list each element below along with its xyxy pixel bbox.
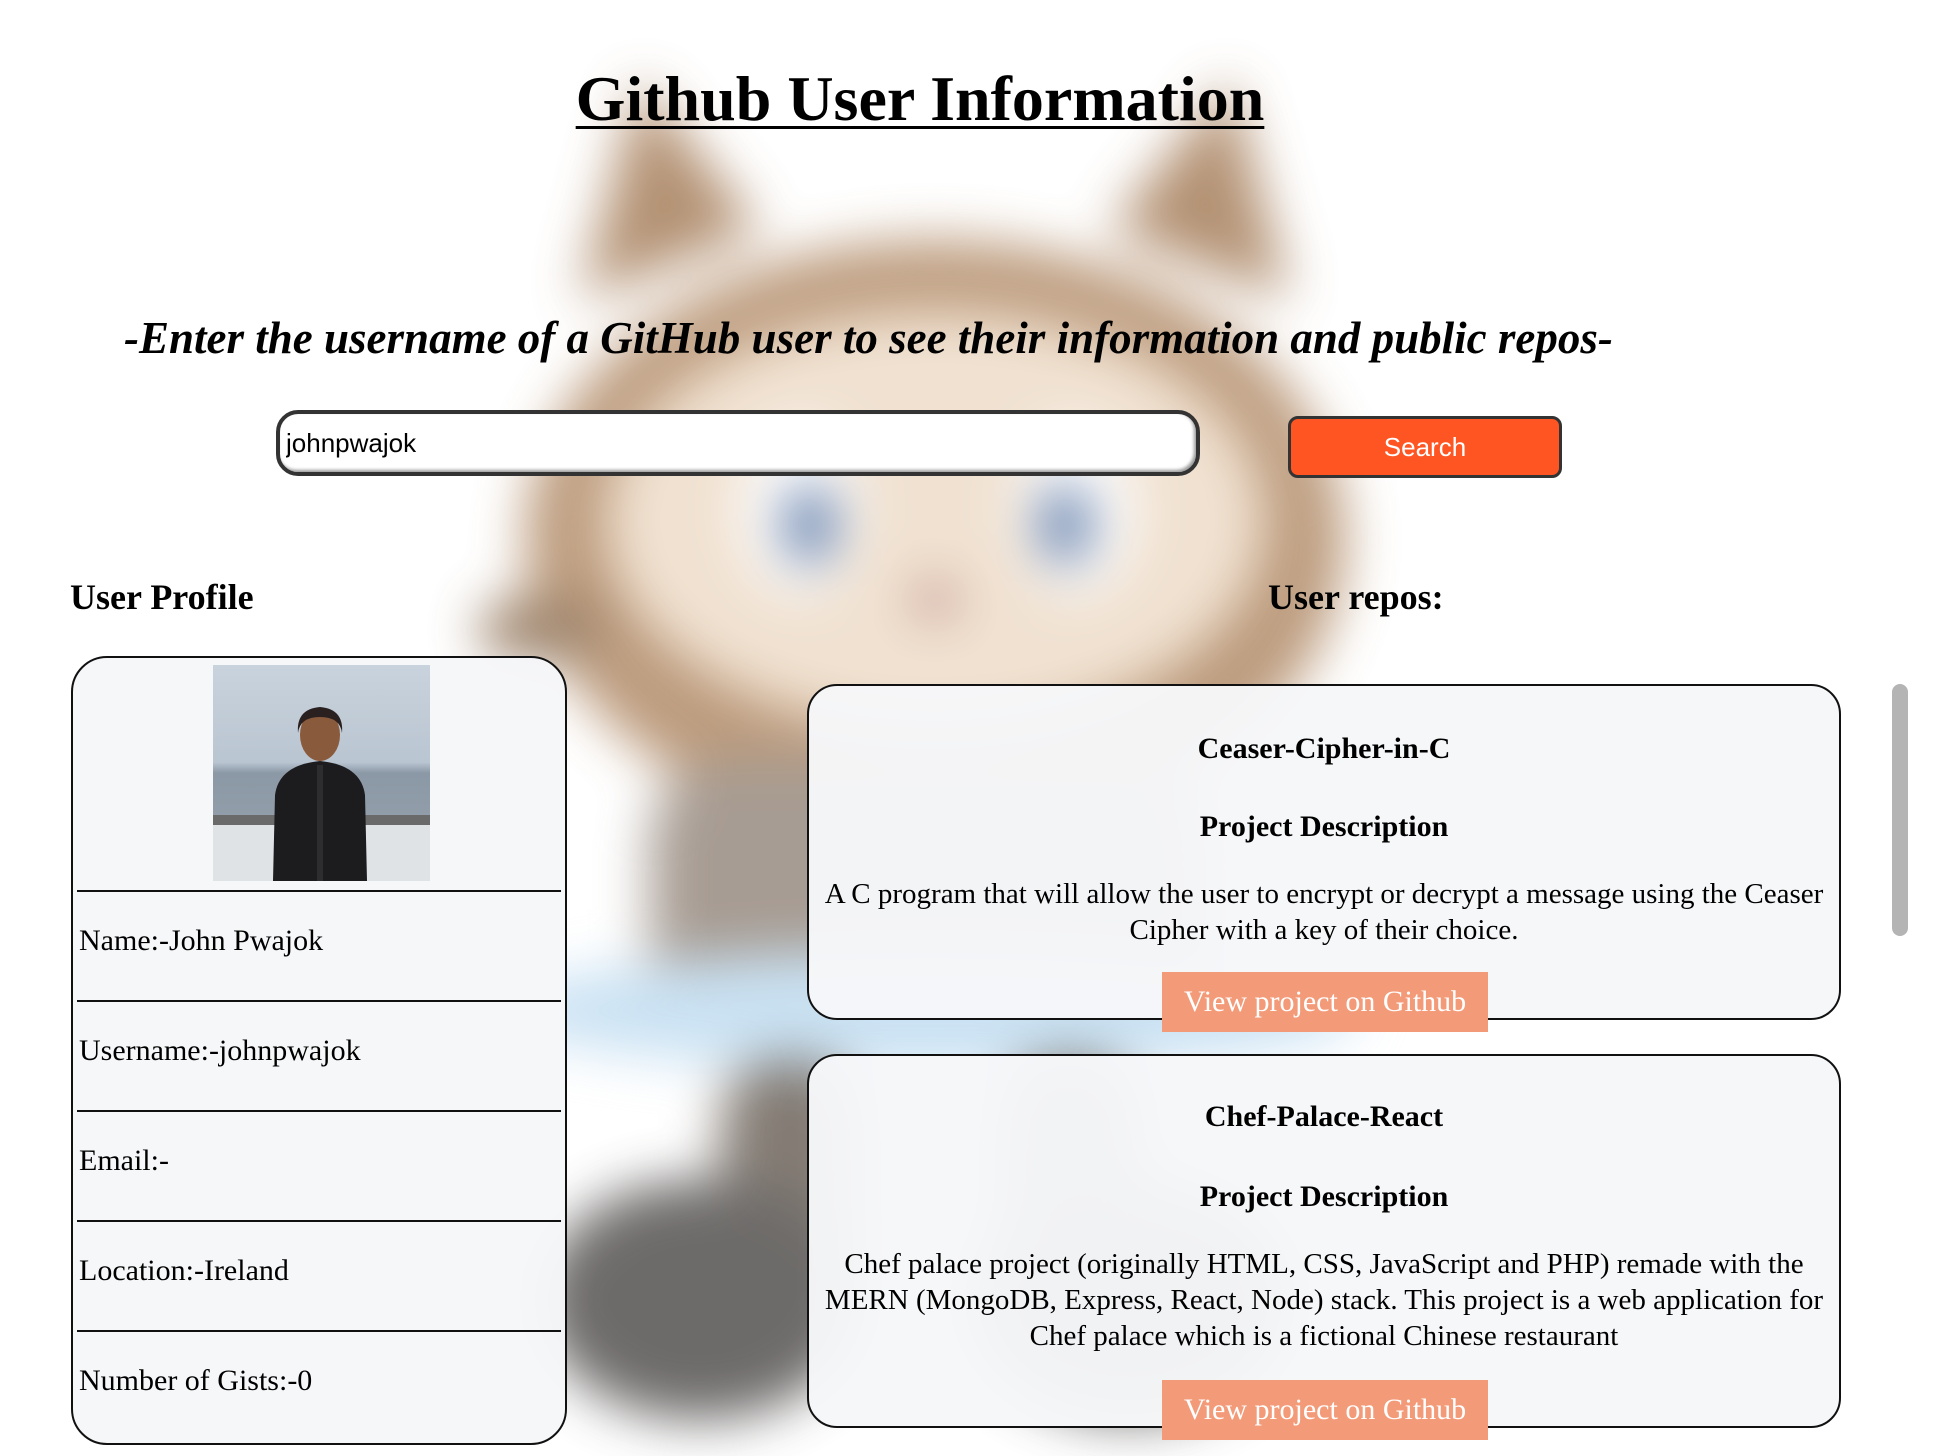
profile-location-row: Location:-Ireland xyxy=(77,1220,561,1330)
profile-email: Email:- xyxy=(79,1144,169,1177)
profile-card: Name:-John Pwajok Username:-johnpwajok E… xyxy=(71,656,567,1445)
repo-description: A C program that will allow the user to … xyxy=(824,878,1824,946)
avatar xyxy=(213,665,430,881)
profile-gists: Number of Gists:-0 xyxy=(79,1364,313,1397)
profile-name: Name:-John Pwajok xyxy=(79,924,324,957)
profile-location: Location:-Ireland xyxy=(79,1254,289,1287)
user-repos-heading: User repos: xyxy=(1268,577,1444,617)
profile-username-row: Username:-johnpwajok xyxy=(77,1000,561,1110)
username-search-input[interactable] xyxy=(276,410,1200,476)
page-title: Github User Information xyxy=(575,63,1265,134)
profile-username: Username:-johnpwajok xyxy=(79,1034,361,1067)
repo-name: Ceaser-Cipher-in-C xyxy=(1197,732,1451,765)
profile-name-row: Name:-John Pwajok xyxy=(77,890,561,1000)
repo-description-heading: Project Description xyxy=(1199,1180,1449,1213)
view-project-link[interactable]: View project on Github xyxy=(1162,972,1488,1032)
profile-gists-row: Number of Gists:-0 xyxy=(77,1330,561,1440)
repo-name: Chef-Palace-React xyxy=(1204,1100,1444,1133)
search-button[interactable]: Search xyxy=(1288,416,1562,478)
repo-description: Chef palace project (originally HTML, CS… xyxy=(824,1248,1824,1352)
repo-card: Chef-Palace-React Project Description Ch… xyxy=(807,1054,1841,1440)
repo-description-heading: Project Description xyxy=(1199,810,1449,843)
view-project-link[interactable]: View project on Github xyxy=(1162,1380,1488,1440)
profile-email-row: Email:- xyxy=(77,1110,561,1220)
repo-card: Ceaser-Cipher-in-C Project Description A… xyxy=(807,684,1841,1032)
vertical-scrollbar-thumb[interactable] xyxy=(1892,684,1908,936)
page: Github User Information -Enter the usern… xyxy=(0,0,1938,1456)
user-profile-heading: User Profile xyxy=(70,577,254,617)
page-subtitle: -Enter the username of a GitHub user to … xyxy=(124,313,1613,363)
